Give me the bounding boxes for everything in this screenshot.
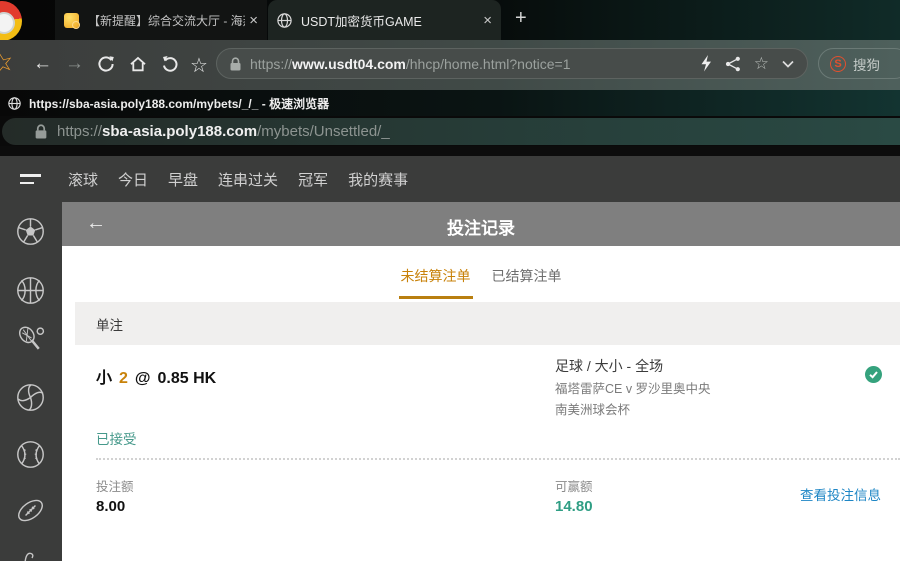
bet-match: 福塔雷萨CE v 罗沙里奥中央 [555, 382, 711, 396]
stake-label: 投注额 [96, 480, 134, 494]
nav-items: 滚球 今日 早盘 连串过关 冠军 我的赛事 [68, 169, 408, 190]
edge-star-icon: ☆ [0, 45, 18, 81]
browser-tab-bar: 【新提醒】综合交流大厅 - 海燕策 × USDT加密货币GAME × + [0, 0, 900, 41]
bet-tabs: 未结算注单 已结算注单 [62, 246, 900, 302]
home-button[interactable] [129, 55, 147, 73]
stake-column: 投注额 8.00 [96, 476, 134, 515]
menu-icon[interactable] [20, 174, 42, 184]
browser-toolbar: ☆ ← → ☆ https://www.usdt04.com/hhcp/home… [0, 40, 900, 90]
sogou-label: 搜狗 [853, 57, 880, 73]
nav-item-outright[interactable]: 冠军 [298, 169, 328, 190]
soccer-icon[interactable] [15, 216, 46, 247]
tab-close-icon[interactable]: × [249, 12, 258, 29]
bet-market: 足球 / 大小 - 全场 [555, 358, 664, 374]
undo-button[interactable] [161, 55, 179, 73]
popup-window-titlebar: https://sba-asia.poly188.com/mybets/_/_ … [0, 90, 900, 116]
sogou-search-box[interactable]: S 搜狗 [818, 48, 900, 79]
sogou-logo-icon: S [830, 55, 846, 72]
page-title: 投注记录 [447, 219, 515, 238]
win-column: 可赢额 14.80 [555, 476, 593, 515]
popup-address-bar[interactable]: https://sba-asia.poly188.com/mybets/Unse… [2, 117, 900, 145]
bet-league: 南美洲球会杯 [555, 403, 631, 417]
view-bet-info-link[interactable]: 查看投注信息 [800, 484, 881, 504]
page-header: ← 投注记录 [62, 202, 900, 246]
tab-unsettled[interactable]: 未结算注单 [398, 266, 473, 299]
nav-item-today[interactable]: 今日 [118, 169, 148, 190]
sports-sidebar [0, 202, 62, 561]
main-area: ← 投注记录 未结算注单 已结算注单 单注 小 2 @0.85 HK 足球 / 大小… [0, 202, 900, 561]
baseball-icon[interactable] [15, 439, 46, 470]
odds-value: 0.85 HK [157, 370, 217, 387]
new-tab-button[interactable]: + [515, 7, 527, 30]
share-icon[interactable] [725, 56, 741, 72]
bet-status: 已接受 [96, 432, 137, 447]
pick-label: 小 [96, 370, 113, 387]
win-label: 可赢额 [555, 480, 593, 494]
basketball-icon[interactable] [15, 275, 46, 306]
back-button[interactable]: ← [33, 53, 52, 75]
bookmark-star-icon[interactable]: ☆ [190, 53, 208, 78]
american-football-icon[interactable] [15, 495, 46, 526]
window-gap [0, 146, 900, 156]
nav-item-parlay[interactable]: 连串过关 [218, 169, 278, 190]
lock-icon [35, 124, 47, 139]
accepted-check-icon [865, 366, 882, 383]
handicap-value: 2 [119, 370, 128, 387]
nav-item-mybets[interactable]: 我的赛事 [348, 169, 408, 190]
tab-title: USDT加密货币GAME [301, 14, 422, 29]
forward-button[interactable]: → [65, 53, 84, 75]
tab-favicon-globe-icon [277, 12, 292, 28]
tab-favicon-chat-icon [64, 12, 80, 29]
nav-item-early[interactable]: 早盘 [168, 169, 198, 190]
browser-tab-active[interactable]: USDT加密货币GAME × [268, 0, 501, 40]
address-bar[interactable]: https://www.usdt04.com/hhcp/home.html?no… [216, 48, 808, 79]
nav-item-live[interactable]: 滚球 [68, 169, 98, 190]
tab-settled[interactable]: 已结算注单 [492, 266, 562, 286]
screen: 【新提醒】综合交流大厅 - 海燕策 × USDT加密货币GAME × + ☆ ←… [0, 0, 900, 561]
bet-market-block: 足球 / 大小 - 全场 福塔雷萨CE v 罗沙里奥中央 南美洲球会杯 [555, 356, 711, 418]
section-label: 单注 [96, 317, 123, 333]
popup-url-row: https://sba-asia.poly188.com/mybets/Unse… [0, 116, 900, 146]
reload-button[interactable] [97, 55, 115, 73]
browser-tab-inactive[interactable]: 【新提醒】综合交流大厅 - 海燕策 × [55, 0, 267, 40]
chevron-down-icon[interactable] [782, 60, 794, 68]
globe-icon [8, 96, 21, 110]
tab-title: 【新提醒】综合交流大厅 - 海燕策 [88, 13, 245, 28]
popup-url-text: https://sba-asia.poly188.com/mybets/Unse… [57, 122, 390, 140]
divider [96, 458, 900, 460]
at-sign: @ [134, 370, 151, 387]
tab-close-icon[interactable]: × [483, 12, 492, 29]
bet-selection: 小 2 @0.85 HK [96, 364, 216, 388]
browser-logo-icon [0, 1, 22, 41]
tennis-icon[interactable] [15, 324, 46, 355]
volleyball-icon[interactable] [15, 382, 46, 413]
site-navbar: 滚球 今日 早盘 连串过关 冠军 我的赛事 [0, 156, 900, 202]
win-value: 14.80 [555, 498, 593, 515]
favorite-star-icon[interactable]: ☆ [754, 55, 769, 72]
lock-icon [230, 56, 241, 71]
golf-icon[interactable] [22, 551, 36, 561]
section-header-single-bet: 单注 [75, 302, 900, 345]
lightning-icon[interactable] [700, 55, 712, 72]
stake-value: 8.00 [96, 498, 126, 515]
url-text: https://www.usdt04.com/hhcp/home.html?no… [250, 55, 571, 72]
popup-window-title: https://sba-asia.poly188.com/mybets/_/_ … [29, 96, 330, 111]
